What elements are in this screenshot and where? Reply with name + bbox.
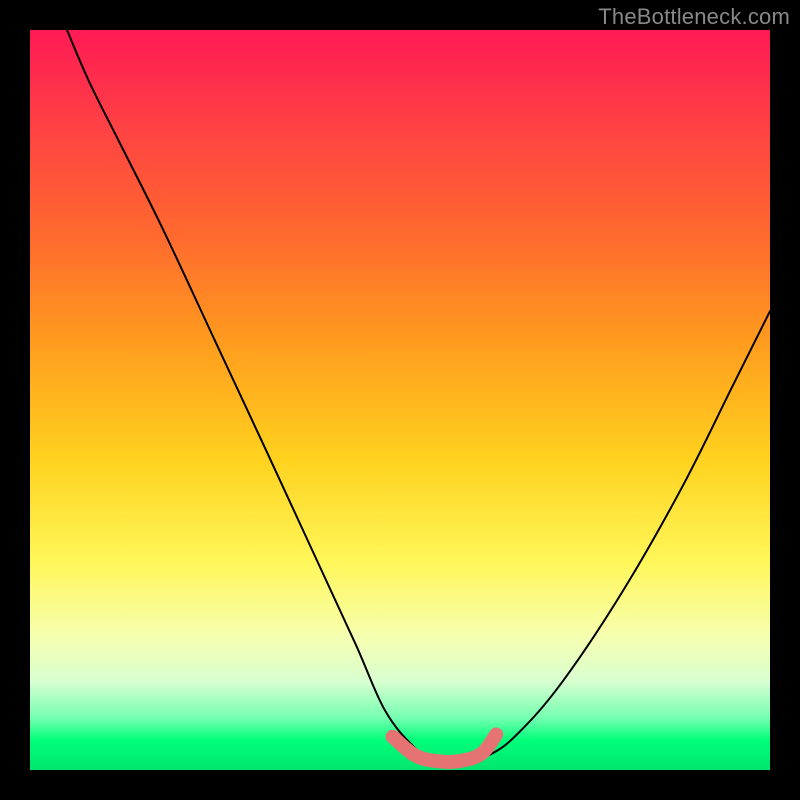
plot-area — [30, 30, 770, 770]
trough-highlight-line — [393, 735, 497, 763]
watermark-text: TheBottleneck.com — [598, 4, 790, 30]
chart-svg — [30, 30, 770, 770]
chart-frame: TheBottleneck.com — [0, 0, 800, 800]
bottleneck-curve-line — [67, 30, 770, 764]
